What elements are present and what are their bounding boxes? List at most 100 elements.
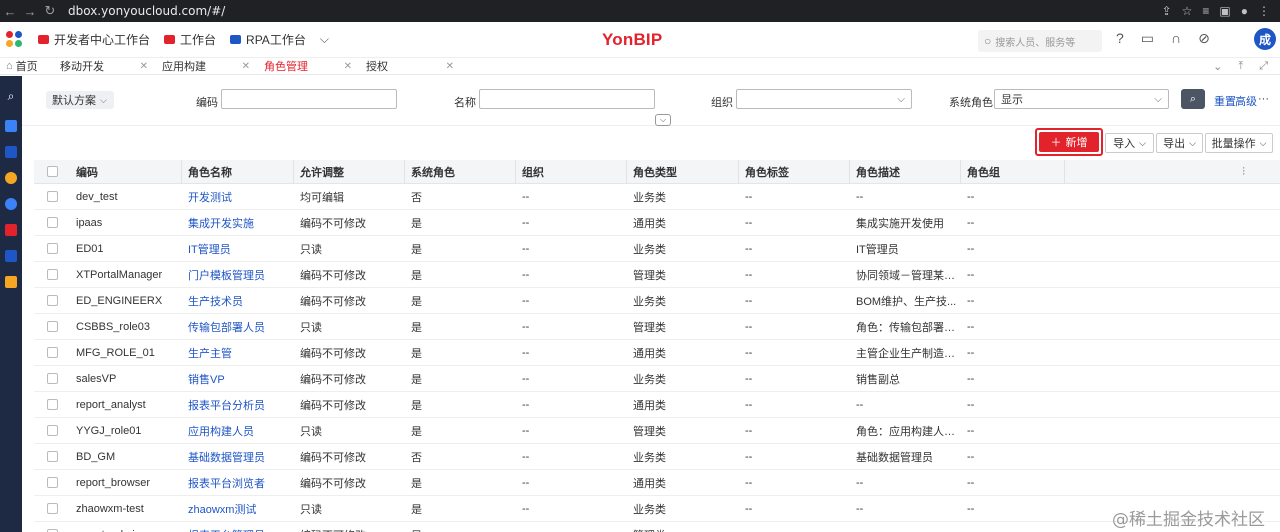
close-icon[interactable]: ✕ xyxy=(140,61,148,72)
table-row[interactable]: CSBBS_role03 传输包部署人员 只读 是 -- 管理类 -- 角色：传输包部署人..… xyxy=(34,314,1280,340)
pinned-rpa[interactable]: RPA工作台 xyxy=(230,31,306,48)
role-name-link[interactable]: 基础数据管理员 xyxy=(182,449,294,465)
row-checkbox[interactable] xyxy=(34,399,70,410)
table-row[interactable]: salesVP 销售VP 编码不可修改 是 -- 业务类 -- 销售副总 -- xyxy=(34,366,1280,392)
select-all-checkbox[interactable] xyxy=(34,160,70,184)
tool-icon[interactable] xyxy=(5,224,17,236)
role-name-link[interactable]: 应用构建人员 xyxy=(182,423,294,439)
avatar[interactable]: 成 xyxy=(1254,28,1276,50)
row-checkbox[interactable] xyxy=(34,191,70,202)
new-button[interactable]: ＋ 新增 xyxy=(1039,132,1099,152)
report-icon[interactable] xyxy=(5,250,17,262)
role-name-link[interactable]: 传输包部署人员 xyxy=(182,319,294,335)
role-name-link[interactable]: 集成开发实施 xyxy=(182,215,294,231)
close-icon[interactable]: ✕ xyxy=(242,61,250,72)
tab-app-build[interactable]: 应用构建 ✕ xyxy=(152,58,254,75)
role-name-link[interactable]: 生产技术员 xyxy=(182,293,294,309)
help-icon[interactable]: ? xyxy=(1116,30,1124,47)
tab-mobile-dev[interactable]: 移动开发 ✕ xyxy=(50,58,152,75)
role-name-link[interactable]: 报表平台浏览者 xyxy=(182,475,294,491)
role-name-link[interactable]: zhaowxm测试 xyxy=(182,501,294,517)
row-checkbox[interactable] xyxy=(34,243,70,254)
reading-list-icon[interactable]: ≡ xyxy=(1202,4,1209,18)
import-button[interactable]: 导入 ⌵ xyxy=(1105,133,1154,153)
folder-icon[interactable] xyxy=(5,120,17,132)
user-icon[interactable] xyxy=(5,172,17,184)
col-org[interactable]: 组织 xyxy=(516,159,627,184)
close-icon[interactable]: ✕ xyxy=(446,61,454,72)
reload-icon[interactable]: ↻ xyxy=(40,3,60,19)
pinned-workbench[interactable]: 工作台 xyxy=(164,31,216,48)
pinned-devcenter[interactable]: 开发者中心工作台 xyxy=(38,31,150,48)
row-checkbox[interactable] xyxy=(34,425,70,436)
role-name-link[interactable]: IT管理员 xyxy=(182,241,294,257)
code-input[interactable] xyxy=(221,89,397,109)
col-type[interactable]: 角色类型 xyxy=(627,159,739,184)
role-name-link[interactable]: 开发测试 xyxy=(182,189,294,205)
tab-role-management[interactable]: 角色管理 ✕ xyxy=(254,58,356,75)
search-icon[interactable]: ⌕ xyxy=(5,89,17,103)
col-code[interactable]: 编码 xyxy=(70,159,182,184)
close-icon[interactable]: ✕ xyxy=(344,61,352,72)
table-row[interactable]: report_analyst 报表平台分析员 编码不可修改 是 -- 通用类 -- -- -- xyxy=(34,392,1280,418)
row-checkbox[interactable] xyxy=(34,503,70,514)
headset-icon[interactable]: ∩ xyxy=(1171,30,1181,47)
col-group[interactable]: 角色组 xyxy=(961,159,1065,184)
export-button[interactable]: 导出 ⌵ xyxy=(1156,133,1203,153)
tab-authorize[interactable]: 授权 ✕ xyxy=(356,58,458,75)
table-row[interactable]: BD_GM 基础数据管理员 编码不可修改否 -- 业务类 -- 基础数据管理员 -- xyxy=(34,444,1280,470)
table-row[interactable]: zhaowxm-test zhaowxm测试 只读 是 -- 业务类 -- -- -- xyxy=(34,496,1280,522)
col-desc[interactable]: 角色描述 xyxy=(850,159,961,184)
role-name-link[interactable]: 报表平台分析员 xyxy=(182,397,294,413)
row-checkbox[interactable] xyxy=(34,373,70,384)
menu-icon[interactable]: ⋮ xyxy=(1258,4,1270,18)
org-select[interactable]: ⌵ xyxy=(736,89,912,109)
forward-icon[interactable]: → xyxy=(20,4,40,19)
address-bar[interactable]: dbox.yonyoucloud.com/#/ xyxy=(68,4,225,18)
role-name-link[interactable]: 报表平台管理员 xyxy=(182,527,294,532)
row-checkbox[interactable] xyxy=(34,217,70,228)
table-row[interactable]: ED01 IT管理员 只读是 -- 业务类 -- IT管理员 -- xyxy=(34,236,1280,262)
table-row[interactable]: report_browser 报表平台浏览者 编码不可修改 是 -- 通用类 -- -- -- xyxy=(34,470,1280,496)
global-search-input[interactable]: ○ 搜索人员、服务等 xyxy=(978,30,1102,52)
chevron-down-icon[interactable]: ⌄ xyxy=(1213,60,1222,73)
sysrole-select[interactable]: 显示 ⌵ xyxy=(994,89,1169,109)
scheme-select[interactable]: 默认方案 ⌵ xyxy=(46,91,114,109)
share-icon[interactable]: ⇪ xyxy=(1162,4,1172,18)
profile-icon[interactable]: ● xyxy=(1241,4,1248,18)
column-settings-icon[interactable]: ⫶ xyxy=(1242,166,1245,179)
settings-icon[interactable]: ⊘ xyxy=(1198,30,1210,47)
role-name-link[interactable]: 生产主管 xyxy=(182,345,294,361)
name-input[interactable] xyxy=(479,89,655,109)
advanced-link[interactable]: 高级 xyxy=(1235,93,1257,109)
side-panel-icon[interactable]: ▣ xyxy=(1219,4,1230,18)
col-sysrole[interactable]: 系统角色 xyxy=(405,159,516,184)
cloud-icon[interactable] xyxy=(5,198,17,210)
row-checkbox[interactable] xyxy=(34,347,70,358)
message-icon[interactable]: ▭ xyxy=(1141,30,1154,47)
collapse-filter-toggle[interactable]: ⌵ xyxy=(655,114,671,126)
row-checkbox[interactable] xyxy=(34,321,70,332)
role-name-link[interactable]: 销售VP xyxy=(182,371,294,387)
row-checkbox[interactable] xyxy=(34,269,70,280)
pin-top-icon[interactable]: ⤒ xyxy=(1238,60,1243,73)
role-name-link[interactable]: 门户模板管理员 xyxy=(182,267,294,283)
app-launcher-icon[interactable] xyxy=(6,30,24,49)
star-icon[interactable]: ☆ xyxy=(1182,4,1193,18)
table-row[interactable]: dev_test 开发测试 均可编辑 否 -- 业务类 -- -- -- xyxy=(34,184,1280,210)
table-row[interactable]: MFG_ROLE_01 生产主管 编码不可修改 是 -- 通用类 -- 主管企业生产制造业..… xyxy=(34,340,1280,366)
table-row[interactable]: ED_ENGINEERX 生产技术员 编码不可修改 是 -- 业务类 -- BOM维护、生产技… xyxy=(34,288,1280,314)
back-icon[interactable]: ← xyxy=(0,4,20,19)
tab-home[interactable]: ⌂ 首页 xyxy=(0,58,50,75)
col-name[interactable]: 角色名称 xyxy=(182,159,294,184)
chevron-down-icon[interactable]: ⌵ xyxy=(320,32,329,47)
reset-link[interactable]: 重置 xyxy=(1214,93,1236,109)
row-checkbox[interactable] xyxy=(34,295,70,306)
row-checkbox[interactable] xyxy=(34,477,70,488)
fullscreen-icon[interactable]: ⤢ xyxy=(1259,60,1268,73)
row-checkbox[interactable] xyxy=(34,451,70,462)
table-row[interactable]: report_admin报表平台管理员编码不可修改是--管理类------ xyxy=(34,522,1280,532)
col-adjust[interactable]: 允许调整 xyxy=(294,159,405,184)
document-icon[interactable] xyxy=(5,146,17,158)
batch-button[interactable]: 批量操作 ⌵ xyxy=(1205,133,1273,153)
